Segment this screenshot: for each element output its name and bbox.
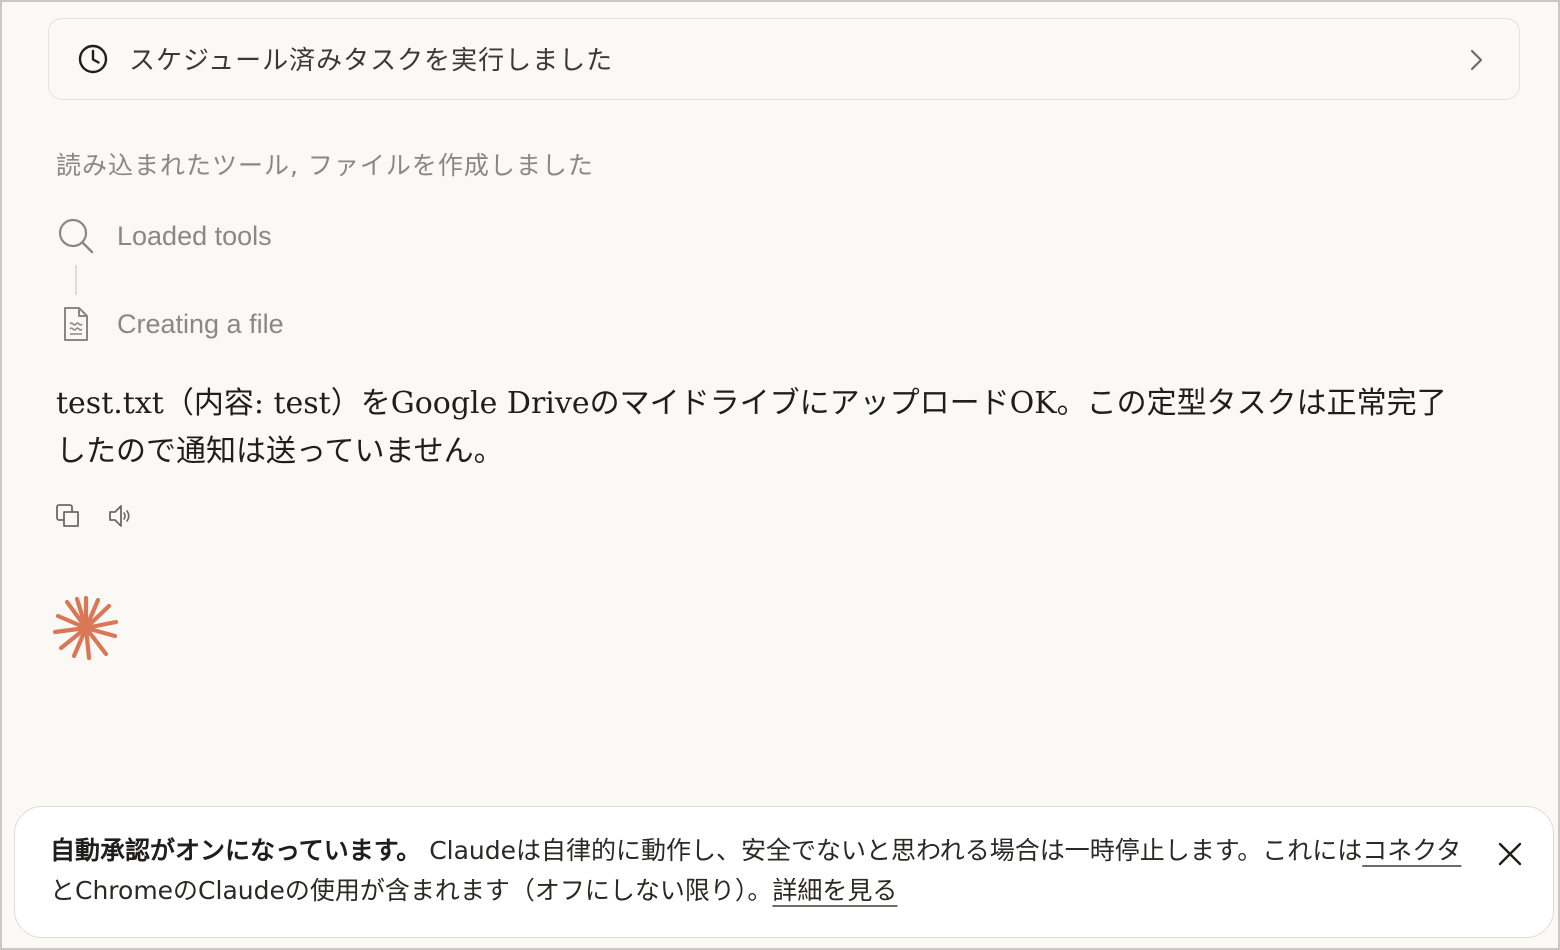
close-icon[interactable]	[1497, 841, 1523, 867]
steps-summary[interactable]: 読み込まれたツール, ファイルを作成しました	[56, 146, 594, 182]
speaker-icon[interactable]	[106, 502, 134, 530]
details-link[interactable]: 詳細を見る	[772, 876, 897, 905]
scheduled-task-card[interactable]: スケジュール済みタスクを実行しました	[48, 18, 1520, 100]
clock-icon	[78, 44, 108, 74]
notice-text: 自動承認がオンになっています。 Claudeは自律的に動作し、安全でないと思われ…	[50, 831, 1470, 911]
claude-spark-icon	[52, 595, 119, 661]
step-label: Loaded tools	[117, 220, 272, 251]
step-creating-file: Creating a file	[56, 304, 284, 344]
step-connector	[75, 265, 77, 295]
connectors-link[interactable]: コネクタ	[1362, 836, 1461, 865]
notice-title: 自動承認がオンになっています。	[50, 836, 422, 865]
notice-description-2: とChromeのClaudeの使用が含まれます（オフにしない限り）。	[50, 876, 773, 905]
scheduled-task-label: スケジュール済みタスクを実行しました	[129, 46, 614, 76]
file-icon	[64, 307, 88, 341]
step-label: Creating a file	[117, 308, 284, 339]
step-loaded-tools: Loaded tools	[56, 216, 272, 256]
chevron-right-icon[interactable]	[1467, 47, 1487, 73]
assistant-message: test.txt（内容: test）をGoogle Driveのマイドライブにア…	[56, 386, 1447, 469]
notice-description: Claudeは自律的に動作し、安全でないと思われる場合は一時停止します。これには	[421, 836, 1363, 865]
auto-approve-notice: 自動承認がオンになっています。 Claudeは自律的に動作し、安全でないと思われ…	[14, 806, 1554, 938]
search-icon	[58, 218, 94, 254]
message-actions	[54, 502, 134, 530]
copy-icon[interactable]	[54, 502, 82, 530]
